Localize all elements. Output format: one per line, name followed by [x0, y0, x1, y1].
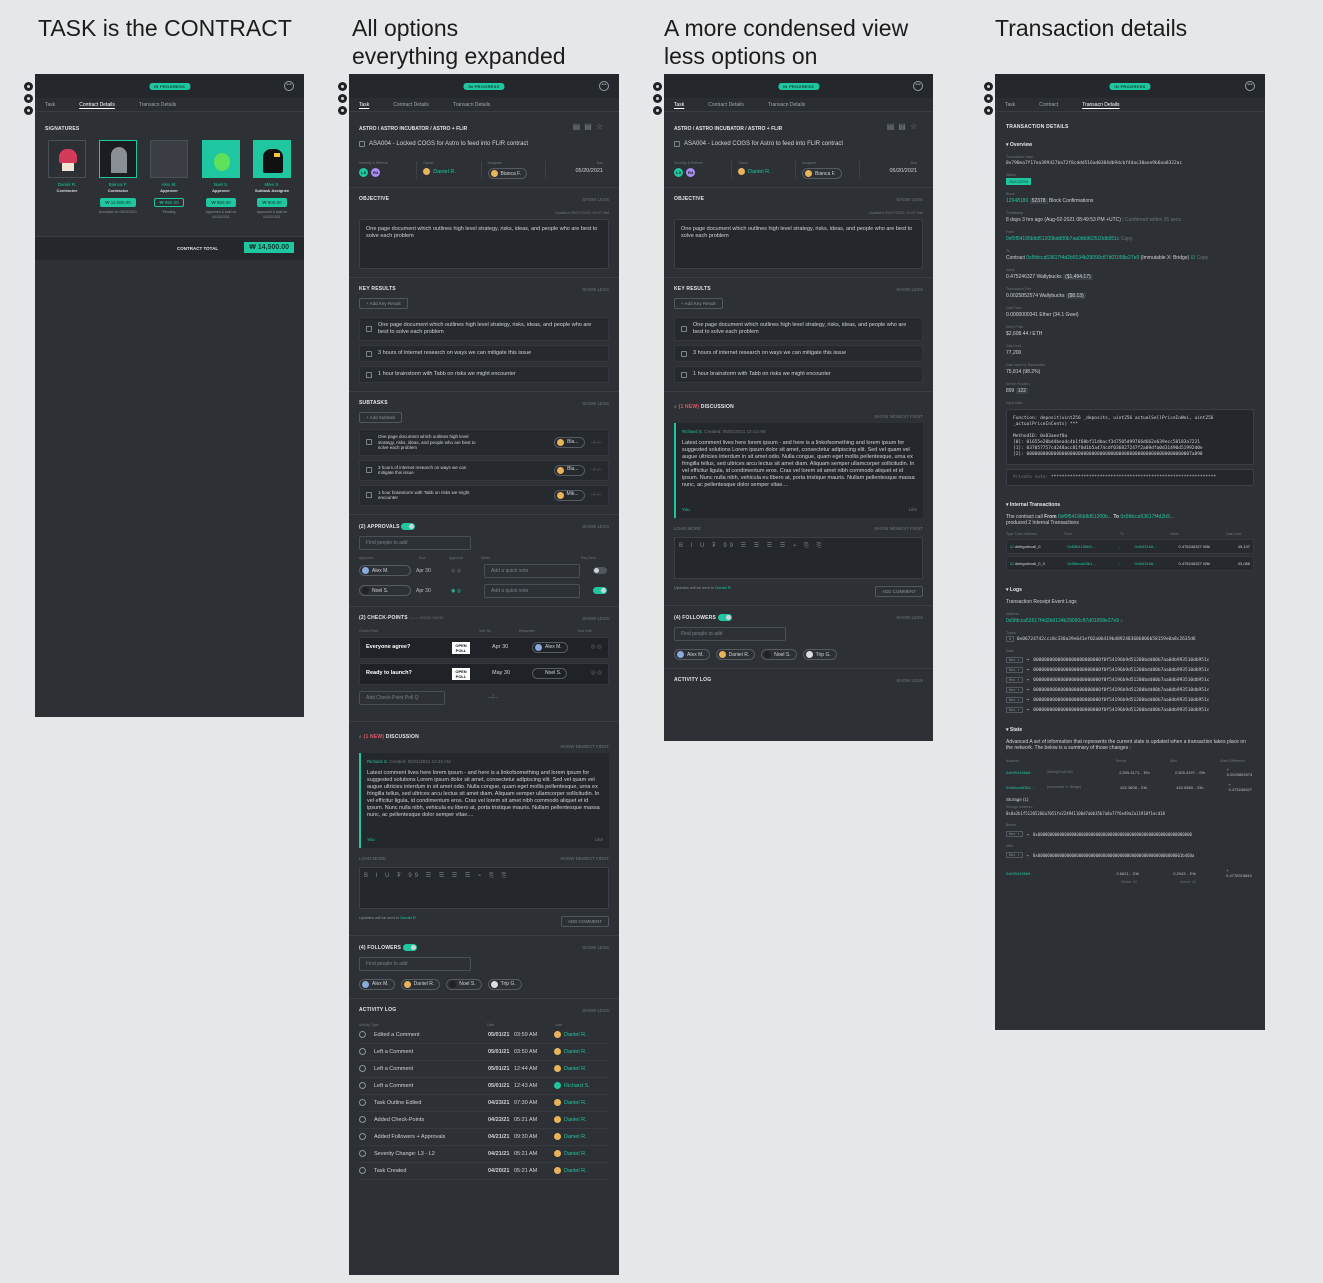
signer-card[interactable]: Bianca F. Contractor ₩ 12,000.00 Accepte… — [98, 140, 138, 215]
tab-transaction-details[interactable]: Transacn Details — [139, 98, 176, 111]
status-badge: IN PROGRESS — [463, 83, 505, 90]
heading-transaction: Transaction details — [995, 15, 1188, 41]
activity-row: Task Created 04/20/21 05:21 AM Daniel R. — [359, 1163, 609, 1180]
header-actions-icon[interactable]: ▤▤☆ — [887, 122, 921, 131]
status-badge: IN PROGRESS — [148, 83, 191, 90]
activity-icon — [359, 1167, 366, 1174]
activity-row: Added Followers + Approvals 04/21/21 09:30… — [359, 1129, 609, 1146]
side-controls[interactable] — [984, 82, 994, 118]
activity-icon — [359, 1133, 366, 1140]
add-key-result-button[interactable]: + Add Key Result — [359, 298, 408, 309]
follower-search-input[interactable]: Find people to add — [359, 956, 471, 971]
tab-contract-details[interactable]: Contract Details — [79, 98, 115, 111]
heading-task-contract: TASK is the CONTRACT — [38, 15, 292, 41]
tab-task[interactable]: Task — [674, 98, 684, 111]
side-controls[interactable] — [653, 82, 663, 118]
signatures-title: SIGNATURES — [45, 126, 80, 132]
task-panel-expanded: IN PROGRESS ••• Task Contract Details Tra… — [349, 74, 619, 1275]
activity-icon — [359, 1116, 366, 1123]
objective-text[interactable]: One page document which outlines high le… — [674, 219, 923, 269]
comment-card: Richard S. Created: 05/01/2021 12:43 AM … — [359, 752, 609, 848]
log-data-row: Hex ▾ → 0000000000000000000000000f0f54196b… — [1006, 667, 1254, 673]
status-badge: IN PROGRESS — [777, 83, 820, 90]
add-key-result-button[interactable]: + Add Key Result — [674, 298, 723, 309]
tab-contract-details[interactable]: Contract Details — [393, 98, 429, 111]
input-data-box: Function: deposit(uint256 _deposits, uin… — [1006, 409, 1254, 465]
activity-row: Edited a Comment 05/01/21 03:59 AM Daniel R… — [359, 1027, 609, 1044]
side-controls[interactable] — [24, 82, 34, 118]
header-actions-icon[interactable]: ▤▤☆ — [573, 122, 607, 131]
contract-panel: IN PROGRESS ••• Task Contract Details Tra… — [35, 74, 304, 717]
activity-icon — [359, 1031, 366, 1038]
more-icon[interactable]: ••• — [599, 81, 609, 91]
activity-row: Left a Comment 05/01/21 03:50 AM Daniel R. — [359, 1044, 609, 1061]
tab-task[interactable]: Task — [1005, 98, 1015, 111]
signer-card[interactable]: Daniel R. Contractee — [47, 140, 87, 193]
design-board: TASK is the CONTRACT All options everythi… — [0, 0, 1323, 1283]
log-data-row: Hex ▾ → 0000000000000000000000000f0f54196b… — [1006, 707, 1254, 713]
tab-transaction-details[interactable]: Transacn Details — [768, 98, 805, 111]
task-checkbox[interactable] — [359, 141, 365, 147]
activity-icon — [359, 1082, 366, 1089]
log-data-row: Hex ▾ → 0000000000000000000000000f0f54196b… — [1006, 697, 1254, 703]
format-select[interactable]: Hex ▾ — [1006, 657, 1023, 663]
activity-row: Severity Change: L3 - L2 04/21/21 05:21 AM… — [359, 1146, 609, 1163]
contract-total-bar: CONTRACT TOTAL ₩ 14,500.00 — [35, 236, 304, 260]
tab-transaction-details[interactable]: Transacn Details — [1082, 98, 1119, 111]
add-subtask-button[interactable]: + Add Subtask — [359, 412, 403, 423]
format-select[interactable]: Hex ▾ — [1006, 707, 1023, 713]
activity-icon — [359, 1099, 366, 1106]
signer-card[interactable]: Alex M. Approver ₩ 850.00 Pending — [149, 140, 189, 215]
activity-icon — [359, 1150, 366, 1157]
heading-condensed: A more condensed view less options on — [664, 15, 909, 69]
approver-search-input[interactable]: Find people to add — [359, 535, 471, 550]
activity-row: Left a Comment 05/01/21 12:43 AM Richard S. — [359, 1078, 609, 1095]
add-comment-button[interactable]: ADD COMMENT — [875, 586, 923, 597]
tab-contract-details[interactable]: Contract Details — [708, 98, 744, 111]
transaction-panel: IN PROGRESS ••• Task Contract Transacn De… — [995, 74, 1265, 1030]
log-data-row: Hex ▾ → 0000000000000000000000000f0f54196b… — [1006, 657, 1254, 663]
breadcrumb[interactable]: ASTRO / ASTRO INCUBATOR / ASTRO + FLIR — [359, 126, 609, 132]
add-comment-button[interactable]: ADD COMMENT — [561, 915, 609, 927]
comment-editor[interactable]: B I U ₮ 99 ☰ ☰ ☰ ☰ ⌁ ⎘ ⎘ — [674, 537, 923, 579]
tab-contract[interactable]: Contract — [1039, 98, 1058, 111]
tab-task[interactable]: Task — [45, 98, 55, 111]
signer-card[interactable]: Mike S. Subtask Assignee ₩ 800.00 Approv… — [252, 140, 292, 219]
side-controls[interactable] — [338, 82, 348, 118]
objective-text[interactable]: One page document which outlines high le… — [359, 219, 609, 269]
signer-card[interactable]: Noel S. Approver ₩ 850.00 Approved & pai… — [201, 140, 241, 219]
task-title: ASA004 - Locked COGS for Astro to feed i… — [369, 141, 529, 147]
format-select[interactable]: Hex ▾ — [1006, 687, 1023, 693]
format-select[interactable]: Hex ▾ — [1006, 667, 1023, 673]
status-badge: IN PROGRESS — [1109, 83, 1151, 90]
tab-task[interactable]: Task — [359, 98, 369, 111]
more-icon[interactable]: ••• — [284, 81, 294, 91]
activity-icon — [359, 1048, 366, 1055]
comment-editor[interactable]: B I U ₮ 99 ☰ ☰ ☰ ☰ ⌁ ⎘ ⎘ — [359, 866, 609, 909]
activity-row: Task Outline Edited 04/23/21 07:30 AM Danie… — [359, 1095, 609, 1112]
more-icon[interactable]: ••• — [1245, 81, 1255, 91]
activity-icon — [359, 1065, 366, 1072]
format-select[interactable]: Hex ▾ — [1006, 697, 1023, 703]
breadcrumb[interactable]: ASTRO / ASTRO INCUBATOR / ASTRO + FLIR — [674, 126, 923, 132]
heading-all-options: All options everything expanded — [352, 15, 566, 69]
contract-total-value: ₩ 14,500.00 — [244, 242, 294, 253]
log-data-row: Hex ▾ → 0000000000000000000000000f0f54196b… — [1006, 687, 1254, 693]
log-data-row: Hex ▾ → 0000000000000000000000000f0f54196b… — [1006, 677, 1254, 683]
tab-transaction-details[interactable]: Transacn Details — [453, 98, 490, 111]
activity-row: Left a Comment 05/01/21 12:44 AM Daniel R. — [359, 1061, 609, 1078]
format-select[interactable]: Hex ▾ — [1006, 677, 1023, 683]
more-icon[interactable]: ••• — [913, 81, 923, 91]
activity-row: Added Check-Points 04/22/21 05:21 AM Daniel… — [359, 1112, 609, 1129]
task-panel-condensed: IN PROGRESS ••• Task Contract Details Tra… — [664, 74, 933, 741]
